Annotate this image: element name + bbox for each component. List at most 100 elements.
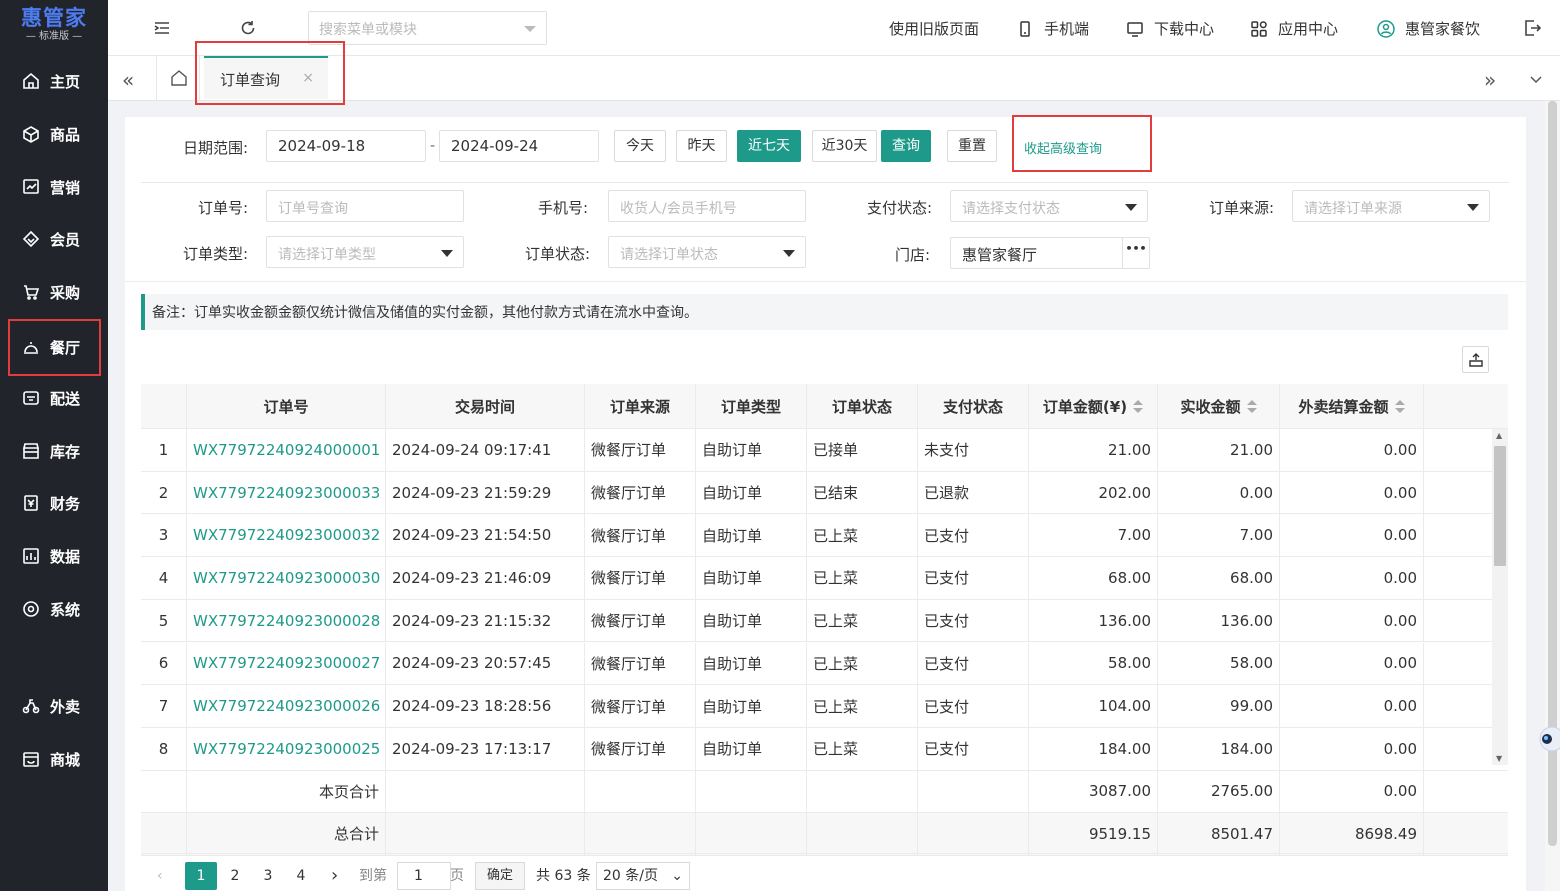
order-number-link[interactable]: WX77972240923000030 [187, 557, 386, 599]
order-type-select[interactable]: 请选择订单类型 [266, 236, 464, 268]
reset-button[interactable]: 重置 [947, 130, 997, 162]
order-number-link-text[interactable]: WX77972240923000026 [193, 697, 380, 715]
sidebar-item-12[interactable]: 商城 [0, 739, 108, 779]
table-scrollbar[interactable]: ▲ ▼ [1492, 429, 1508, 765]
order-number-link[interactable]: WX77972240923000025 [187, 727, 386, 770]
order-number-link-text[interactable]: WX77972240923000025 [193, 740, 380, 758]
store-input[interactable]: 惠管家餐厅 [950, 237, 1124, 269]
order-amount-text: 136.00 [1098, 611, 1152, 630]
sidebar-item-1[interactable]: 商品 [0, 114, 108, 154]
sidebar-item-0[interactable]: 主页 [0, 61, 108, 101]
trade-time-text: 2024-09-23 20:57:45 [392, 654, 552, 673]
last-7-days-button[interactable]: 近七天 [737, 130, 801, 162]
order-number-link[interactable]: WX77972240923000027 [187, 642, 386, 685]
sidebar-item-9[interactable]: 数据 [0, 536, 108, 576]
yesterday-button[interactable]: 昨天 [676, 130, 727, 162]
last-30-days-button[interactable]: 近30天 [812, 130, 877, 162]
order-number-link[interactable]: WX77972240924000001 [187, 429, 386, 471]
pay-status: 已支付 [918, 599, 1029, 642]
scroll-down-icon[interactable]: ▼ [1496, 754, 1502, 763]
mobile-link[interactable]: 手机端 [1016, 18, 1089, 39]
export-button[interactable] [1462, 346, 1489, 373]
page-sum-amount-text: 3087.00 [1088, 782, 1151, 801]
tabs-scroll-right-icon[interactable]: » [1484, 68, 1496, 92]
sidebar-item-2[interactable]: 营销 [0, 167, 108, 207]
date-to-input[interactable]: 2024-09-24 [439, 130, 599, 162]
scroll-up-icon[interactable]: ▲ [1496, 431, 1502, 440]
page-sum-received-text: 2765.00 [1210, 782, 1273, 801]
user-menu[interactable]: 惠管家餐饮 [1377, 18, 1480, 39]
order-number-link-text[interactable]: WX77972240923000032 [193, 526, 380, 544]
page-size-select[interactable]: 20 条/页 ⌄ [596, 862, 690, 890]
goto-confirm-button[interactable]: 确定 [475, 862, 525, 890]
order-type: 自助订单 [696, 685, 807, 727]
column-header-text[interactable]: 外卖结算金额 [1298, 396, 1388, 417]
refresh-icon[interactable] [238, 18, 258, 38]
order-number-link[interactable]: WX77972240923000032 [187, 514, 386, 557]
order-status-text: 已上菜 [813, 612, 859, 631]
sort-icon[interactable] [1133, 399, 1144, 413]
pay-status-select[interactable]: 请选择支付状态 [950, 190, 1148, 222]
column-header[interactable]: 实收金额 [1158, 384, 1280, 428]
received-amount-text: 68.00 [1230, 568, 1273, 587]
today-button[interactable]: 今天 [614, 130, 666, 162]
assistant-robot-icon[interactable] [1536, 717, 1560, 761]
logout-icon[interactable] [1522, 18, 1542, 38]
row-index-text: 2 [158, 483, 169, 502]
order-status-label: 订单状态: [524, 245, 590, 263]
sidebar-item-10[interactable]: 系统 [0, 589, 108, 629]
prev-page-icon[interactable]: ‹ [157, 862, 163, 890]
menu-search-input[interactable]: 搜索菜单或模块 [308, 11, 547, 45]
sidebar-item-label: 财务 [50, 494, 81, 513]
tabs-scroll-left-icon[interactable]: « [122, 68, 134, 92]
order-amount-text: 7.00 [1117, 526, 1151, 545]
tabs-dropdown-icon[interactable] [1529, 72, 1543, 86]
order-number-link[interactable]: WX77972240923000033 [187, 471, 386, 514]
page-number-1[interactable]: 1 [185, 862, 217, 890]
order-source-select[interactable]: 请选择订单来源 [1292, 190, 1490, 222]
sidebar-item-7[interactable]: 库存 [0, 431, 108, 471]
order-number-link-text[interactable]: WX77972240924000001 [193, 441, 380, 459]
order-number-link-text[interactable]: WX77972240923000033 [193, 484, 380, 502]
table-row: 3 WX77972240923000032 2024-09-23 21:54:50 微… [141, 514, 1508, 558]
order-status-select[interactable]: 请选择订单状态 [608, 236, 806, 268]
sidebar-item-5[interactable]: 餐厅 [8, 319, 101, 376]
column-header[interactable]: 订单金额(¥) [1029, 384, 1158, 428]
order-number-link-text[interactable]: WX77972240923000030 [193, 569, 380, 587]
sidebar-item-11[interactable]: 外卖 [0, 686, 108, 726]
home-tab[interactable] [156, 56, 200, 101]
column-header-text[interactable]: 订单金额(¥) [1043, 396, 1127, 417]
order-number-link-text[interactable]: WX77972240923000028 [193, 612, 380, 630]
row-index-text: 5 [158, 611, 169, 630]
order-number-link[interactable]: WX77972240923000026 [187, 685, 386, 727]
row-index: 4 [141, 557, 187, 599]
query-button[interactable]: 查询 [881, 130, 931, 162]
page-scrollbar[interactable] [1545, 101, 1560, 891]
phone-input[interactable]: 收货人/会员手机号 [608, 190, 806, 222]
column-header[interactable]: 外卖结算金额 [1280, 384, 1424, 428]
table-scrollbar-thumb[interactable] [1494, 446, 1506, 566]
trade-time-text: 2024-09-23 17:13:17 [392, 739, 552, 758]
page-number-4[interactable]: 4 [291, 862, 311, 890]
sort-icon[interactable] [1246, 399, 1257, 413]
row-index-text: 6 [158, 654, 169, 673]
order-number-link[interactable]: WX77972240923000028 [187, 599, 386, 642]
sidebar-item-3[interactable]: 会员 [0, 219, 108, 259]
menu-collapse-icon[interactable] [152, 18, 172, 38]
order-no-input[interactable]: 订单号查询 [266, 190, 464, 222]
date-from-input[interactable]: 2024-09-18 [266, 130, 426, 162]
goto-page-input[interactable]: 1 [397, 862, 451, 890]
column-header-text[interactable]: 实收金额 [1180, 396, 1240, 417]
page-number-3[interactable]: 3 [258, 862, 278, 890]
next-page-icon[interactable]: › [331, 862, 338, 890]
order-number-link-text[interactable]: WX77972240923000027 [193, 654, 380, 672]
old-page-link[interactable]: 使用旧版页面 [889, 18, 979, 39]
sort-icon[interactable] [1394, 399, 1405, 413]
page-number-2[interactable]: 2 [225, 862, 245, 890]
sidebar-item-4[interactable]: 采购 [0, 272, 108, 312]
app-center-link[interactable]: 应用中心 [1250, 18, 1338, 39]
sidebar-item-6[interactable]: 配送 [0, 378, 108, 418]
sidebar-item-8[interactable]: 财务 [0, 483, 108, 523]
download-center-link[interactable]: 下载中心 [1126, 18, 1214, 39]
store-picker-button[interactable]: ••• [1122, 237, 1150, 269]
